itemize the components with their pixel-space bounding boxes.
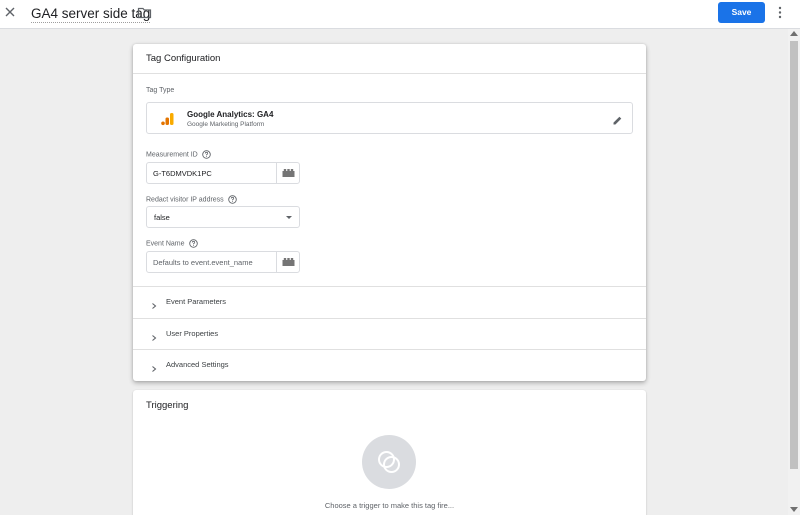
google-analytics-icon xyxy=(161,112,175,131)
chevron-right-icon xyxy=(150,329,158,341)
pencil-icon[interactable] xyxy=(612,113,623,125)
section-advanced-settings[interactable]: Advanced Settings xyxy=(133,349,646,380)
scroll-down-arrow-icon[interactable] xyxy=(790,507,798,512)
folder-icon[interactable] xyxy=(137,5,153,21)
tag-type-selector[interactable]: Google Analytics: GA4 Google Marketing P… xyxy=(146,102,633,134)
section-user-properties[interactable]: User Properties xyxy=(133,318,646,349)
lego-brick-icon[interactable] xyxy=(276,252,300,272)
tag-configuration-card: Tag Configuration Tag Type Google Analyt… xyxy=(133,44,646,381)
dropdown-arrow-icon xyxy=(286,216,292,219)
scrollbar-thumb[interactable] xyxy=(790,41,798,469)
close-icon[interactable] xyxy=(2,4,20,22)
top-bar: GA4 server side tag Save xyxy=(0,0,800,29)
redact-ip-select[interactable]: false xyxy=(146,206,300,228)
trigger-icon[interactable] xyxy=(362,435,416,489)
section-label: Event Parameters xyxy=(166,297,227,306)
measurement-id-label: Measurement ID xyxy=(146,150,211,159)
trigger-hint-text: Choose a trigger to make this tag fire..… xyxy=(324,501,455,510)
redact-ip-value: false xyxy=(154,213,170,222)
chevron-right-icon xyxy=(150,360,158,372)
help-icon[interactable] xyxy=(188,239,198,248)
event-name-input[interactable] xyxy=(147,252,276,272)
measurement-id-field xyxy=(146,162,300,184)
triggering-card[interactable]: Triggering Choose a trigger to make this… xyxy=(133,390,646,515)
tag-configuration-title: Tag Configuration xyxy=(133,44,646,74)
event-name-label: Event Name xyxy=(146,239,198,248)
measurement-id-input[interactable] xyxy=(147,163,276,183)
section-label: User Properties xyxy=(166,329,219,338)
help-icon[interactable] xyxy=(202,150,211,159)
scroll-up-arrow-icon[interactable] xyxy=(790,31,798,36)
tag-type-name: Google Analytics: GA4 xyxy=(187,110,274,119)
chevron-right-icon xyxy=(150,297,158,309)
section-label: Advanced Settings xyxy=(166,360,229,369)
more-vert-icon[interactable] xyxy=(774,5,786,21)
tag-name-title[interactable]: GA4 server side tag xyxy=(31,5,151,23)
help-icon[interactable] xyxy=(227,195,237,204)
section-event-parameters[interactable]: Event Parameters xyxy=(133,286,646,317)
tag-type-label: Tag Type xyxy=(146,87,175,94)
save-button[interactable]: Save xyxy=(718,2,765,23)
event-name-field xyxy=(146,251,300,273)
page-scrollbar[interactable] xyxy=(788,29,800,515)
tag-type-subtitle: Google Marketing Platform xyxy=(187,121,265,128)
lego-brick-icon[interactable] xyxy=(276,163,300,183)
triggering-title: Triggering xyxy=(146,400,189,411)
redact-ip-label: Redact visitor IP address xyxy=(146,195,237,204)
